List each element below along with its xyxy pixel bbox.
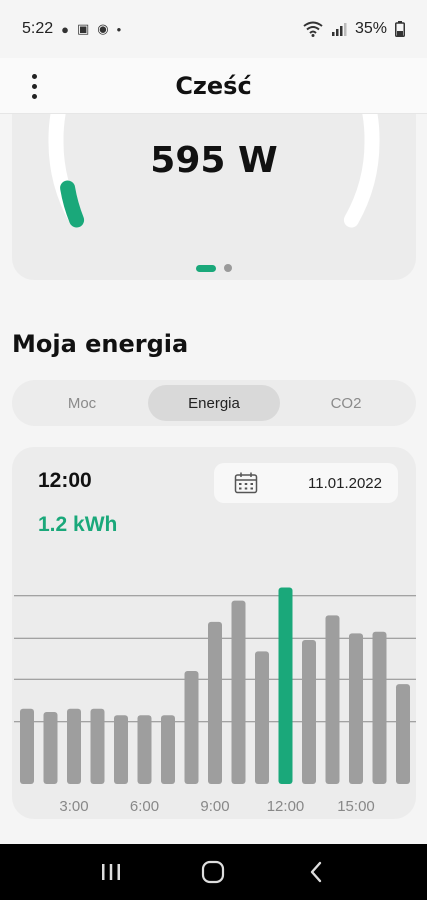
chart-bar[interactable] <box>349 633 363 784</box>
signal-icon <box>331 23 347 36</box>
status-bar: 5:22 ● ▣ ◉ • 35% <box>0 0 427 58</box>
system-nav-bar <box>0 844 427 900</box>
more-menu-button[interactable] <box>18 68 50 104</box>
chart-bar[interactable] <box>231 600 246 784</box>
chart-bar[interactable] <box>278 587 293 784</box>
recent-apps-button[interactable] <box>89 852 133 892</box>
chart-bar[interactable] <box>114 715 128 784</box>
power-gauge-card[interactable]: 595 W <box>12 114 416 280</box>
chart-x-tick-label: 12:00 <box>267 798 305 815</box>
pager-dot-active[interactable] <box>196 264 216 272</box>
page-title: Cześć <box>175 71 252 100</box>
chart-bar[interactable] <box>396 684 410 784</box>
gauge-progress <box>60 180 85 228</box>
calendar-icon <box>234 472 258 494</box>
wifi-icon <box>303 21 323 37</box>
battery-icon <box>395 21 405 37</box>
card-pager[interactable] <box>12 264 416 272</box>
date-picker[interactable]: 11.01.2022 <box>214 463 398 503</box>
chart-x-tick-label: 15:00 <box>337 798 375 815</box>
back-button[interactable] <box>294 852 338 892</box>
selected-hour: 12:00 <box>38 469 92 492</box>
chart-bar[interactable] <box>325 615 340 784</box>
tab-energia[interactable]: Energia <box>148 385 280 421</box>
tab-co2[interactable]: CO2 <box>280 385 412 421</box>
back-icon <box>310 861 322 883</box>
section-title: Moja energia <box>12 330 189 358</box>
current-power-value: 595 W <box>150 140 278 181</box>
tab-moc[interactable]: Moc <box>16 385 148 421</box>
home-icon <box>202 860 225 884</box>
image-icon: ▣ <box>77 21 90 36</box>
chart-bar[interactable] <box>43 711 58 784</box>
location-icon: ● <box>61 21 69 37</box>
home-button[interactable] <box>191 852 235 892</box>
chart-bar[interactable] <box>137 715 152 784</box>
selected-energy-value: 1.2 kWh <box>38 513 118 536</box>
chart-bar[interactable] <box>161 715 175 784</box>
chart-x-tick-label: 9:00 <box>200 798 229 815</box>
status-right: 35% <box>303 20 405 38</box>
chart-bar[interactable] <box>90 708 105 784</box>
chart-bar[interactable] <box>255 651 269 784</box>
chart-bar[interactable] <box>20 708 34 784</box>
chart-x-tick-label: 6:00 <box>130 798 159 815</box>
energy-chart-card: 3:00 6:00 9:00 12:00 15:00 12:00 1.2 kWh 11.… <box>12 447 416 819</box>
status-time: 5:22 <box>22 20 54 37</box>
more-notifications-icon: • <box>116 21 122 37</box>
app-notification-icon: ◉ <box>97 21 109 36</box>
chart-x-tick-label: 3:00 <box>59 798 88 815</box>
selected-date: 11.01.2022 <box>308 474 382 492</box>
menu-dot <box>31 73 37 79</box>
chart-bar[interactable] <box>302 639 316 784</box>
power-gauge <box>48 114 380 228</box>
chart-bar[interactable] <box>208 621 222 784</box>
recent-apps-icon <box>102 864 121 880</box>
energy-tabs: Moc Energia CO2 <box>12 380 416 426</box>
pager-dot[interactable] <box>224 264 232 272</box>
status-left: 5:22 ● ▣ ◉ • <box>22 20 121 38</box>
battery-percent: 35% <box>354 20 387 37</box>
menu-dot <box>31 93 37 99</box>
menu-dot <box>31 83 37 89</box>
chart-bar[interactable] <box>67 708 81 784</box>
app-header: Cześć <box>0 58 427 114</box>
chart-bar[interactable] <box>372 631 387 784</box>
chart-bar[interactable] <box>184 671 199 784</box>
